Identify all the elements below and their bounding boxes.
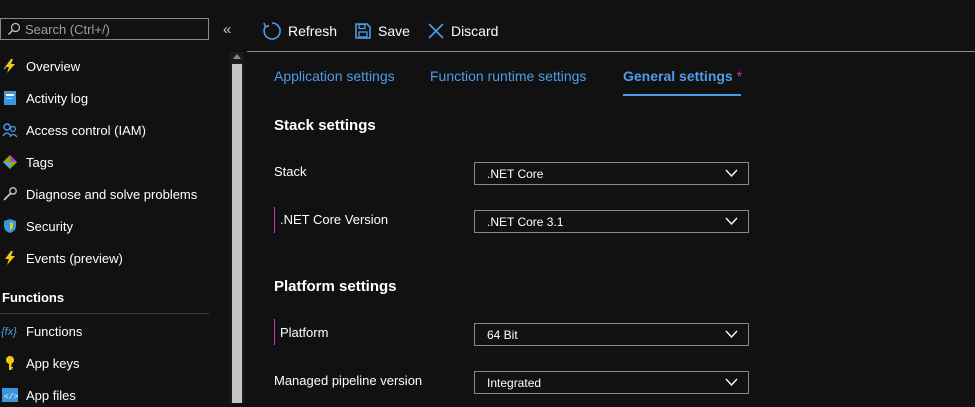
sidebar-item-label: Activity log (26, 90, 89, 106)
sidebar-item-label: Events (preview) (26, 250, 123, 266)
discard-label: Discard (450, 23, 499, 39)
net-core-version-dropdown[interactable]: .NET Core 3.1 (474, 210, 749, 233)
people-icon (1, 121, 19, 139)
save-button[interactable]: Save (354, 22, 410, 40)
sidebar-item-label: Diagnose and solve problems (26, 186, 198, 202)
pipeline-version-value: Integrated (487, 375, 542, 390)
tab-function-runtime-settings[interactable]: Function runtime settings (430, 68, 586, 84)
divider (247, 51, 975, 52)
sidebar-item-app-files[interactable]: </> App files (0, 383, 210, 407)
refresh-label: Refresh (288, 23, 338, 39)
sidebar: « Overview Activity log Access control (… (0, 0, 231, 403)
search-box[interactable] (0, 18, 209, 40)
shield-icon (1, 217, 19, 235)
svg-text:{fx}: {fx} (1, 326, 17, 338)
sidebar-item-functions[interactable]: {fx} Functions (0, 319, 210, 343)
sidebar-item-tags[interactable]: Tags (0, 150, 210, 174)
function-icon: {fx} (1, 322, 19, 340)
sidebar-item-label: Functions (26, 323, 83, 339)
activity-log-icon (1, 89, 19, 107)
unsaved-marker: * (736, 68, 743, 84)
key-icon (1, 354, 19, 372)
stack-dropdown[interactable]: .NET Core (474, 162, 749, 185)
sidebar-scrollbar[interactable] (230, 52, 244, 403)
scroll-up-arrow-icon[interactable] (233, 54, 241, 59)
search-input[interactable] (21, 21, 205, 37)
platform-dropdown[interactable]: 64 Bit (474, 323, 749, 346)
chevron-down-icon (725, 217, 738, 226)
required-indicator (274, 319, 275, 345)
save-label: Save (378, 23, 410, 39)
platform-label: Platform (280, 325, 329, 340)
sidebar-item-label: App files (26, 387, 76, 403)
sidebar-item-overview[interactable]: Overview (0, 54, 210, 78)
refresh-icon (263, 22, 281, 40)
pipeline-version-label: Managed pipeline version (274, 373, 423, 388)
divider (0, 313, 209, 314)
tag-icon (1, 153, 19, 171)
platform-value: 64 Bit (487, 327, 518, 342)
search-icon (8, 22, 21, 35)
active-tab-indicator (623, 94, 741, 96)
command-bar: Refresh Save Discard (262, 18, 515, 44)
lightning-icon (1, 249, 19, 267)
collapse-sidebar-icon[interactable]: « (223, 21, 231, 38)
sidebar-item-label: Overview (26, 58, 81, 74)
sidebar-item-security[interactable]: Security (0, 214, 210, 238)
section-header-functions: Functions (2, 290, 65, 305)
chevron-down-icon (725, 169, 738, 178)
refresh-button[interactable]: Refresh (262, 21, 337, 41)
pipeline-version-dropdown[interactable]: Integrated (474, 371, 749, 394)
code-file-icon: </> (1, 386, 19, 404)
stack-label: Stack (274, 164, 307, 179)
close-icon (428, 23, 444, 39)
lightning-icon (1, 57, 19, 75)
tab-application-settings[interactable]: Application settings (274, 68, 395, 84)
tab-general-settings[interactable]: General settings * (623, 68, 742, 84)
sidebar-item-label: Security (26, 218, 73, 234)
sidebar-item-label: Access control (IAM) (26, 122, 146, 138)
sidebar-item-diagnose[interactable]: Diagnose and solve problems (0, 182, 210, 206)
discard-button[interactable]: Discard (427, 22, 498, 40)
sidebar-item-label: Tags (26, 154, 54, 170)
scrollbar-thumb[interactable] (232, 64, 242, 403)
tab-label: General settings (623, 68, 733, 84)
sidebar-item-events[interactable]: Events (preview) (0, 246, 210, 270)
sidebar-item-app-keys[interactable]: App keys (0, 351, 210, 375)
save-icon (355, 23, 371, 39)
stack-value: .NET Core (487, 166, 544, 181)
svg-text:</>: </> (4, 393, 18, 402)
chevron-down-icon (725, 330, 738, 339)
chevron-down-icon (725, 378, 738, 387)
net-core-version-value: .NET Core 3.1 (487, 214, 564, 229)
required-indicator (274, 207, 275, 233)
sidebar-item-access-control[interactable]: Access control (IAM) (0, 118, 210, 142)
wrench-icon (1, 185, 19, 203)
stack-settings-title: Stack settings (274, 117, 376, 134)
sidebar-item-label: App keys (26, 355, 80, 371)
sidebar-item-activity-log[interactable]: Activity log (0, 86, 210, 110)
net-core-version-label: .NET Core Version (280, 212, 389, 227)
platform-settings-title: Platform settings (274, 278, 397, 295)
